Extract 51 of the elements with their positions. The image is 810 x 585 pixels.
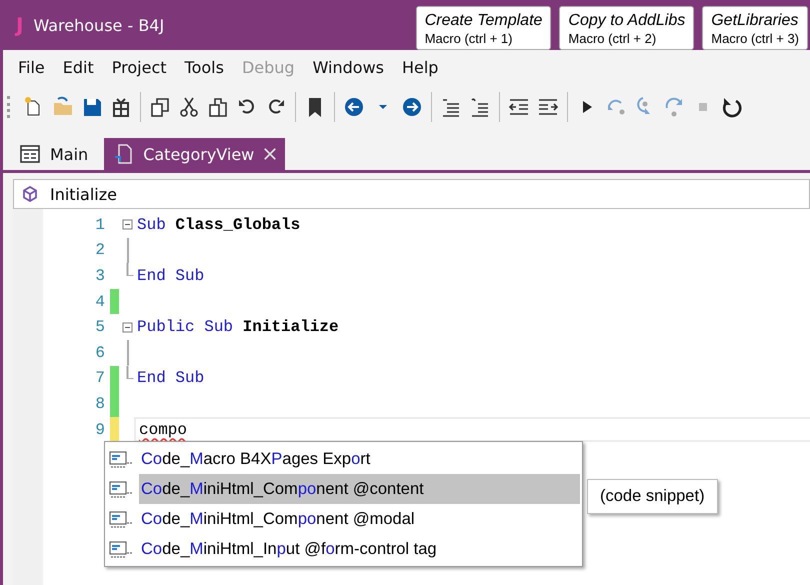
window-title: Warehouse - B4J: [33, 16, 164, 34]
line-number: 2: [94, 241, 106, 260]
menu-item[interactable]: Tools: [176, 58, 233, 76]
macro-button[interactable]: GetLibraries Macro (ctrl + 3): [702, 6, 808, 50]
suggestion-item[interactable]: Code_MiniHtml_Component @modal: [139, 504, 580, 534]
menu-item[interactable]: Project: [102, 58, 176, 76]
line-number: 5: [94, 318, 106, 336]
module-icon: [19, 143, 41, 165]
back-icon[interactable]: [342, 95, 366, 119]
forward-icon[interactable]: [400, 95, 424, 119]
keyword: Public Sub: [137, 318, 234, 336]
collapse-icon[interactable]: [121, 218, 134, 232]
snippet-icon: [109, 479, 133, 499]
menu-item[interactable]: Help: [392, 58, 448, 76]
editor-tab[interactable]: CategoryView: [104, 138, 286, 170]
line-number: 1: [94, 216, 106, 234]
keyword: End Sub: [137, 369, 204, 388]
tooltip: (code snippet): [587, 479, 718, 514]
snippet-icon: [109, 509, 133, 529]
cube-icon: [22, 186, 38, 202]
line-number: 8: [94, 394, 106, 413]
app-logo: J: [16, 13, 24, 37]
suggestion-item[interactable]: Code_MiniHtml_Component @content: [139, 474, 580, 504]
snippet-icon: [109, 539, 133, 559]
line-number: 9: [94, 420, 106, 439]
class-file-icon: [112, 143, 134, 165]
line-number: 4: [94, 292, 106, 311]
snippet-icon: [109, 449, 133, 469]
member-dropdown[interactable]: Initialize: [13, 179, 810, 209]
line-number: 6: [94, 344, 106, 362]
suggestion-item[interactable]: Code_MiniHtml_Input @form-control tag: [139, 534, 580, 564]
member-name: Initialize: [50, 184, 117, 204]
typed-text: compo: [139, 420, 188, 439]
paste-icon[interactable]: [206, 95, 230, 119]
suggestion-item[interactable]: Code_Macro B4XPages Export: [139, 444, 580, 474]
line-number: 7: [94, 369, 106, 388]
collapse-icon[interactable]: [121, 320, 134, 334]
copy-icon[interactable]: [148, 95, 172, 119]
menu-item[interactable]: File: [9, 58, 54, 76]
menu-item[interactable]: Windows: [304, 58, 393, 76]
macro-button[interactable]: Copy to AddLibs Macro (ctrl + 2): [559, 6, 694, 50]
keyword: End Sub: [137, 266, 204, 285]
editor-tab[interactable]: Main: [11, 138, 96, 170]
restart-icon[interactable]: [720, 95, 744, 119]
identifier: Class_Globals: [175, 216, 300, 234]
line-number: 3: [94, 266, 106, 285]
keyword: Sub: [137, 216, 166, 234]
identifier: Initialize: [242, 318, 339, 336]
close-icon[interactable]: [263, 147, 278, 161]
menu-item[interactable]: Edit: [54, 58, 103, 76]
macro-button[interactable]: Create Template Macro (ctrl + 1): [416, 6, 552, 50]
